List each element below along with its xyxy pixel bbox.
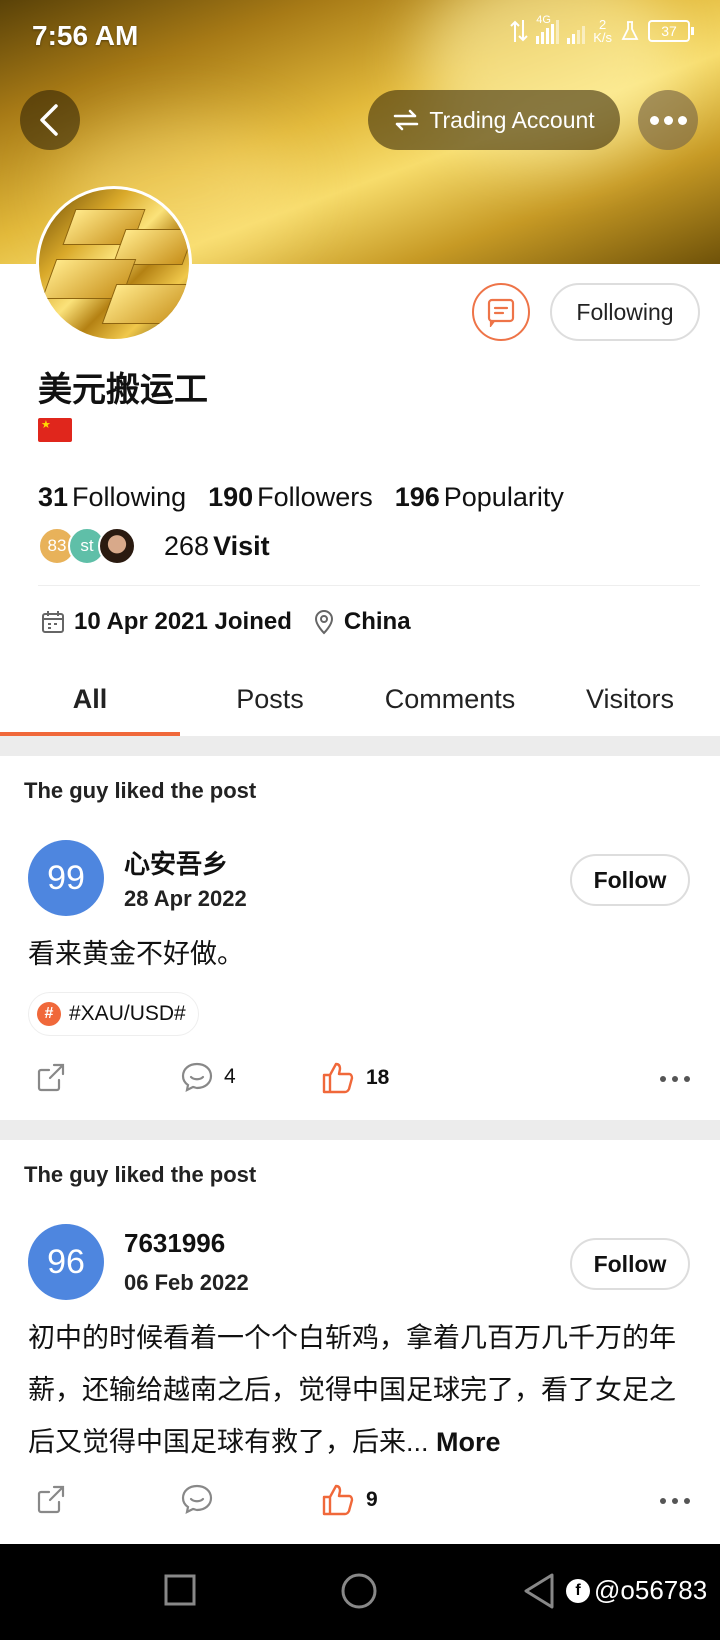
- swap-icon: [394, 109, 419, 131]
- net-speed: 2 K/s: [593, 17, 612, 45]
- following-button[interactable]: Following: [550, 283, 700, 341]
- signal-4g: 4G: [536, 14, 560, 44]
- location-pin-icon: [314, 610, 333, 635]
- topic-tag[interactable]: # #XAU/USD#: [28, 992, 199, 1036]
- dot-icon: [684, 1076, 690, 1082]
- dot-icon: [660, 1076, 666, 1082]
- profile-tabs: All Posts Comments Visitors: [0, 662, 720, 736]
- visit-count: 268: [164, 530, 210, 561]
- trading-account-label: Trading Account: [429, 106, 595, 133]
- comment-icon: [181, 1062, 213, 1092]
- stat-following[interactable]: 31 Following: [38, 482, 186, 513]
- status-icons: 4G 2 K/s 37: [510, 14, 694, 45]
- tab-comments[interactable]: Comments: [360, 662, 540, 736]
- post-actions: 9: [0, 1482, 720, 1522]
- share-icon: [37, 1485, 65, 1514]
- location: China: [343, 608, 411, 635]
- signal-bars-2-icon: [567, 18, 586, 44]
- section-gap: [0, 1120, 720, 1140]
- watermark: f @o56783: [566, 1575, 707, 1606]
- post-date: 06 Feb 2022: [124, 1270, 249, 1295]
- lab-flask-icon: [621, 21, 639, 40]
- thumbs-up-icon: [322, 1062, 354, 1094]
- join-info: 10 Apr 2021 Joined China: [40, 608, 411, 636]
- activity-label: The guy liked the post: [24, 1162, 257, 1187]
- like-count: 9: [366, 1488, 378, 1511]
- dot-icon: [684, 1498, 690, 1504]
- dot-icon: [672, 1498, 678, 1504]
- app-logo-icon: f: [566, 1578, 590, 1603]
- like-button[interactable]: 9: [320, 1482, 378, 1518]
- tab-posts[interactable]: Posts: [180, 662, 360, 736]
- comment-button[interactable]: 4: [180, 1060, 236, 1094]
- poster-name[interactable]: 心安吾乡: [124, 844, 228, 881]
- profile-avatar[interactable]: [36, 186, 192, 342]
- post-date: 28 Apr 2022: [124, 886, 247, 911]
- dot-icon: [677, 115, 687, 125]
- stat-popularity[interactable]: 196 Popularity: [395, 482, 564, 513]
- comment-button[interactable]: [180, 1482, 224, 1516]
- status-time: 7:56 AM: [32, 20, 139, 51]
- section-gap: [0, 736, 720, 756]
- calendar-icon: [42, 611, 64, 633]
- post-more-button[interactable]: [660, 1498, 690, 1504]
- feed-item: The guy liked the post 96 7631996 06 Feb…: [0, 1140, 720, 1544]
- message-button[interactable]: [472, 283, 530, 341]
- chevron-left-icon: [40, 104, 58, 136]
- visit-label: Visit: [213, 530, 270, 561]
- like-count: 18: [366, 1066, 390, 1089]
- poster-avatar[interactable]: 96: [28, 1224, 104, 1300]
- post-text[interactable]: 看来黄金不好做。: [28, 928, 688, 980]
- thumbs-up-icon: [322, 1484, 354, 1516]
- post-text-body: 初中的时候看着一个个白斩鸡，拿着几百万几千万的年薪，还输给越南之后，觉得中国足球…: [28, 1323, 676, 1457]
- divider: [38, 585, 700, 586]
- share-button[interactable]: [34, 1060, 68, 1094]
- tag-label: #XAU/USD#: [69, 1002, 186, 1025]
- dot-icon: [649, 115, 659, 125]
- share-button[interactable]: [34, 1482, 68, 1516]
- dot-icon: [660, 1498, 666, 1504]
- battery-icon: 37: [648, 20, 694, 42]
- dot-icon: [663, 115, 673, 125]
- watermark-text: @o56783: [594, 1575, 708, 1605]
- visitors-row[interactable]: 83 st 268 Visit: [38, 526, 270, 566]
- visitor-avatar-photo: [98, 527, 136, 565]
- data-transfer-icon: [510, 20, 528, 42]
- hashtag-icon: #: [37, 1002, 61, 1026]
- follow-button[interactable]: Follow: [570, 854, 690, 906]
- profile-stats: 31 Following 190 Followers 196 Popularity: [38, 482, 564, 513]
- tab-all[interactable]: All: [0, 662, 180, 736]
- poster-name[interactable]: 7631996: [124, 1228, 225, 1259]
- poster-avatar[interactable]: 99: [28, 840, 104, 916]
- profile-page: 7:56 AM 4G 2 K/s 37 Trading Account Foll…: [0, 0, 720, 1640]
- follow-button[interactable]: Follow: [570, 1238, 690, 1290]
- dot-icon: [672, 1076, 678, 1082]
- trading-account-button[interactable]: Trading Account: [368, 90, 620, 150]
- china-flag-icon: ★: [38, 418, 72, 442]
- profile-name: 美元搬运工: [38, 371, 208, 409]
- feed-item: The guy liked the post 99 心安吾乡 28 Apr 20…: [0, 756, 720, 1120]
- like-button[interactable]: 18: [320, 1060, 389, 1096]
- stat-followers[interactable]: 190 Followers: [208, 482, 373, 513]
- activity-label: The guy liked the post: [24, 778, 257, 803]
- comment-icon: [181, 1484, 213, 1514]
- tab-visitors[interactable]: Visitors: [540, 662, 720, 736]
- back-button[interactable]: [20, 90, 80, 150]
- home-circle-icon[interactable]: [340, 1572, 378, 1610]
- status-bar: 7:56 AM 4G 2 K/s 37: [0, 0, 720, 74]
- more-options-button[interactable]: [638, 90, 698, 150]
- more-link[interactable]: More: [436, 1427, 501, 1457]
- share-icon: [37, 1063, 65, 1092]
- post-actions: 4 18: [0, 1060, 720, 1100]
- joined-date: 10 Apr 2021 Joined: [74, 608, 292, 635]
- recents-square-icon[interactable]: [162, 1572, 198, 1608]
- post-text[interactable]: 初中的时候看着一个个白斩鸡，拿着几百万几千万的年薪，还输给越南之后，觉得中国足球…: [28, 1312, 688, 1468]
- chat-bubble-icon: [487, 298, 515, 327]
- post-more-button[interactable]: [660, 1076, 690, 1082]
- back-triangle-icon[interactable]: [522, 1572, 556, 1610]
- comment-count: 4: [224, 1065, 236, 1088]
